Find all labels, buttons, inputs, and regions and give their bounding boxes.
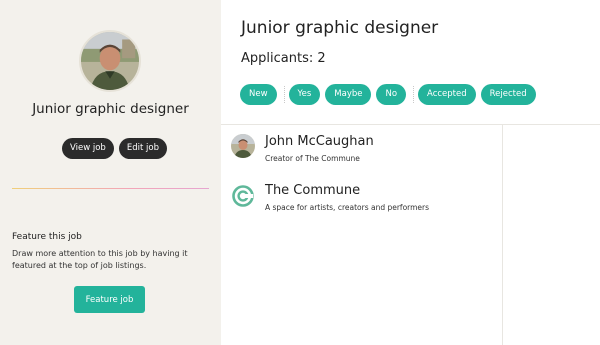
entry-subtitle: A space for artists, creators and perfor… — [265, 203, 430, 212]
avatar — [231, 134, 255, 158]
filter-no-button[interactable]: No — [376, 84, 407, 105]
job-actions: View job Edit job — [62, 138, 167, 159]
feature-title: Feature this job — [12, 232, 82, 242]
profile-avatar — [79, 30, 141, 92]
edit-job-button[interactable]: Edit job — [118, 138, 167, 159]
content-divider — [221, 124, 600, 125]
filter-new-button[interactable]: New — [240, 84, 277, 105]
profile-photo-icon — [81, 32, 139, 90]
filter-bar: New Yes Maybe No Accepted Rejected — [240, 84, 541, 105]
feature-job-button[interactable]: Feature job — [74, 286, 145, 313]
view-job-button[interactable]: View job — [62, 138, 114, 159]
filter-maybe-button[interactable]: Maybe — [325, 84, 372, 105]
column-divider — [502, 124, 503, 345]
avatar-photo-icon — [231, 134, 255, 158]
app-window: Junior graphic designer View job Edit jo… — [0, 0, 600, 345]
entry-name[interactable]: John McCaughan — [265, 134, 374, 149]
page-title: Junior graphic designer — [241, 18, 439, 38]
filter-rejected-button[interactable]: Rejected — [480, 84, 536, 105]
filter-yes-button[interactable]: Yes — [288, 84, 321, 105]
filter-accepted-button[interactable]: Accepted — [418, 84, 476, 105]
sidebar: Junior graphic designer View job Edit jo… — [0, 0, 221, 345]
entry-subtitle: Creator of The Commune — [265, 154, 360, 163]
commune-logo-icon — [232, 185, 254, 207]
filter-separator — [283, 86, 285, 103]
feature-description: Draw more attention to this job by havin… — [12, 249, 188, 270]
filter-separator — [413, 86, 415, 103]
gradient-divider — [12, 188, 209, 189]
applicants-count: Applicants: 2 — [241, 51, 326, 66]
sidebar-job-title: Junior graphic designer — [32, 101, 189, 117]
entry-name[interactable]: The Commune — [265, 183, 360, 198]
